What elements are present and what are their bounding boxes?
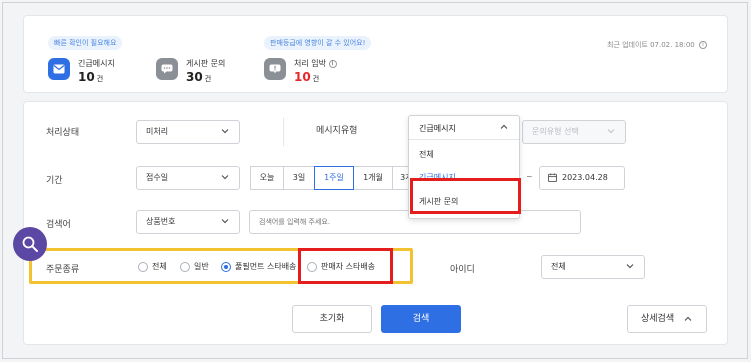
last-update: 최근 업데이트 07.02. 18:00 i: [607, 40, 707, 50]
chevron-down-icon: [221, 175, 229, 180]
stat-count: 10 건: [294, 70, 320, 84]
chevron-up-icon: [500, 124, 508, 129]
page-frame: 빠른 확인이 필요해요 판매등급에 영향이 갈 수 있어요! 최근 업데이트 0…: [2, 2, 748, 359]
stat-label: 게시판 문의: [186, 59, 226, 68]
period-1month-button[interactable]: 1개월: [353, 166, 393, 190]
chevron-down-icon: [626, 264, 634, 269]
date-range-separator: ~: [526, 172, 533, 181]
end-date-field[interactable]: 2023.04.28: [539, 166, 625, 190]
chevron-down-icon: [221, 129, 229, 134]
message-type-label: 메시지유형: [316, 126, 358, 136]
column-divider: [283, 118, 284, 146]
mail-icon: [48, 58, 70, 80]
status-select[interactable]: 미처리: [136, 120, 240, 144]
filter-card: 처리상태 미처리 메시지유형 문의유형 선택 기간 접수일 오늘 3일 1주일 …: [23, 101, 728, 345]
order-type-radio-seller-star[interactable]: 판매자 스타배송: [307, 261, 375, 272]
urgent-pill: 빠른 확인이 필요해요: [48, 36, 123, 50]
stat-label: 처리 임박 i: [294, 58, 337, 69]
reset-button[interactable]: 초기화: [292, 305, 372, 333]
advanced-search-button[interactable]: 상세검색: [627, 305, 707, 333]
user-id-label: 아이디: [450, 265, 475, 275]
period-1week-button[interactable]: 1주일: [314, 166, 354, 190]
info-icon: i: [328, 59, 337, 68]
magnifier-fab[interactable]: [13, 227, 47, 261]
period-3day-button[interactable]: 3일: [283, 166, 315, 190]
board-option-highlight: [410, 178, 521, 214]
period-basis-select[interactable]: 접수일: [136, 166, 240, 190]
order-type-radio-all[interactable]: 전체: [138, 261, 167, 272]
radio-dot: [180, 261, 190, 272]
search-icon: [22, 236, 38, 252]
user-id-select[interactable]: 전체: [541, 255, 645, 279]
alert-icon: [264, 58, 286, 80]
stat-label: 긴급메시지: [78, 59, 115, 68]
dropdown-option-all[interactable]: 전체: [419, 149, 434, 160]
rating-pill: 판매등급에 영향이 갈 수 있어요!: [264, 36, 372, 50]
chevron-down-icon: [221, 219, 229, 224]
radio-dot: [138, 261, 148, 272]
inquiry-type-select[interactable]: 문의유형 선택: [522, 120, 626, 144]
summary-card: 빠른 확인이 필요해요 판매등급에 영향이 갈 수 있어요! 최근 업데이트 0…: [23, 15, 728, 93]
chevron-down-icon: [607, 129, 615, 134]
calendar-icon: [548, 173, 557, 182]
last-update-text: 최근 업데이트 07.02. 18:00: [607, 41, 695, 49]
chevron-up-icon: [684, 316, 692, 321]
order-type-label: 주문종류: [46, 265, 80, 275]
keyword-field-select[interactable]: 상품번호: [136, 210, 240, 234]
stat-count: 10 건: [78, 70, 104, 84]
info-icon: i: [699, 41, 707, 49]
chat-icon: [156, 58, 178, 80]
period-today-button[interactable]: 오늘: [250, 166, 284, 190]
search-button[interactable]: 검색: [381, 305, 461, 333]
radio-dot-selected: [221, 261, 231, 272]
stat-count: 30 건: [186, 70, 212, 84]
period-label: 기간: [46, 176, 63, 186]
radio-dot: [307, 261, 317, 272]
keyword-label: 검색어: [46, 220, 71, 230]
status-label: 처리상태: [46, 128, 80, 138]
message-type-select[interactable]: 긴급메시지: [409, 116, 519, 140]
order-type-radio-normal[interactable]: 일반: [180, 261, 209, 272]
order-type-radio-fulfillment[interactable]: 풀필먼트 스타배송: [221, 261, 296, 272]
